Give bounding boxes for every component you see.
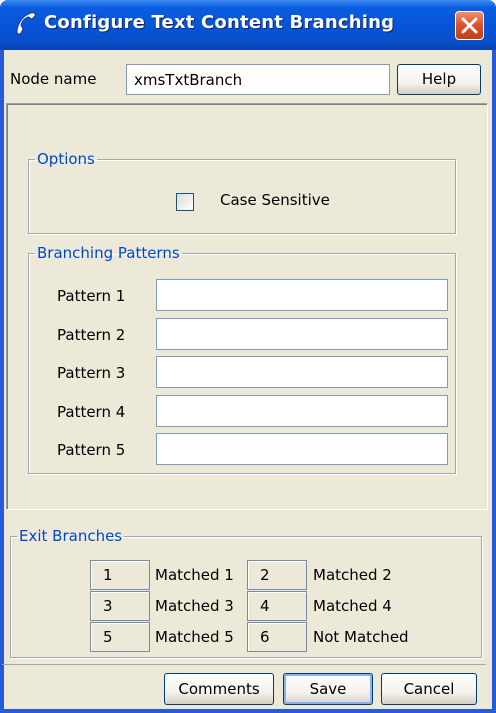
pattern-2-input[interactable] (156, 318, 448, 350)
exit-branches-group: Exit Branches (10, 527, 482, 658)
exit-branch-label: Not Matched (313, 628, 409, 646)
window-title: Configure Text Content Branching (44, 12, 395, 33)
case-sensitive-label: Case Sensitive (220, 191, 330, 209)
pattern-1-input[interactable] (156, 279, 448, 311)
exit-branch-number: 5 (90, 622, 150, 652)
pattern-2-label: Pattern 2 (57, 326, 126, 344)
close-button[interactable] (455, 11, 484, 40)
node-name-label: Node name (10, 70, 97, 88)
pattern-3-label: Pattern 3 (57, 364, 126, 382)
pattern-5-input[interactable] (156, 433, 448, 465)
case-sensitive-checkbox[interactable] (176, 193, 194, 211)
help-button[interactable]: Help (397, 64, 481, 95)
exit-branch-number: 1 (90, 560, 150, 590)
title-bar[interactable]: Configure Text Content Branching (0, 0, 496, 50)
branching-patterns-legend: Branching Patterns (37, 244, 180, 262)
footer-divider (2, 664, 486, 665)
exit-branch-label: Matched 1 (155, 566, 234, 584)
node-name-input[interactable] (126, 64, 390, 95)
pattern-1-label: Pattern 1 (57, 287, 126, 305)
exit-branch-label: Matched 3 (155, 597, 234, 615)
close-x-icon (461, 17, 478, 34)
exit-branch-number: 4 (247, 591, 307, 621)
exit-branch-number: 3 (90, 591, 150, 621)
pattern-4-input[interactable] (156, 395, 448, 427)
exit-branches-legend: Exit Branches (19, 527, 123, 545)
pattern-4-label: Pattern 4 (57, 403, 126, 421)
node-name-bar: Node name Help (4, 62, 492, 98)
options-legend: Options (37, 150, 95, 168)
cancel-button[interactable]: Cancel (381, 673, 477, 705)
pattern-3-input[interactable] (156, 356, 448, 388)
save-button[interactable]: Save (283, 673, 373, 705)
exit-branch-number: 2 (247, 560, 307, 590)
exit-branch-label: Matched 2 (313, 566, 392, 584)
exit-branch-label: Matched 4 (313, 597, 392, 615)
exit-branch-number: 6 (247, 622, 307, 652)
exit-branch-label: Matched 5 (155, 628, 234, 646)
handset-icon (16, 12, 36, 35)
comments-button[interactable]: Comments (164, 673, 274, 705)
pattern-5-label: Pattern 5 (57, 441, 126, 459)
